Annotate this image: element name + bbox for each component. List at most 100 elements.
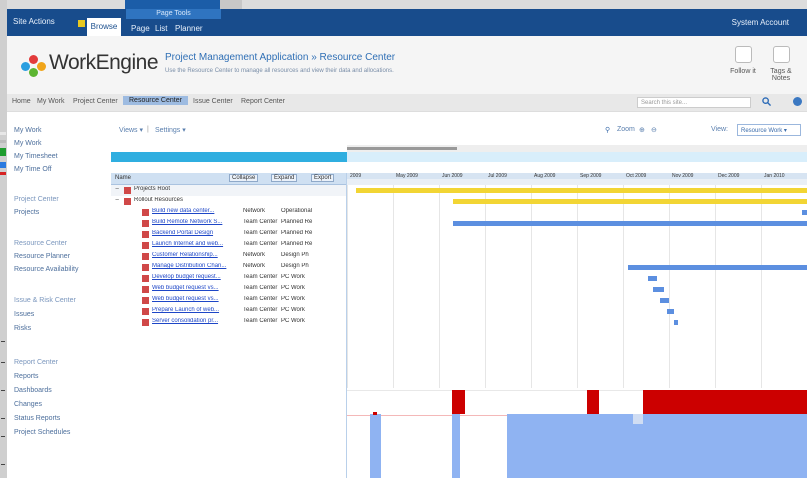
table-row[interactable]: Server consolidation pr... Team Center PC … bbox=[111, 317, 347, 328]
leftnav-status-reports[interactable]: Status Reports bbox=[14, 415, 60, 422]
gantt-bar[interactable] bbox=[802, 210, 807, 215]
tab-planner[interactable]: Planner bbox=[175, 24, 203, 33]
leftnav-risks[interactable]: Risks bbox=[14, 325, 31, 332]
row-name[interactable]: Build new data center... bbox=[152, 208, 240, 214]
gantt-bar[interactable] bbox=[627, 265, 807, 270]
table-row[interactable]: Web budget request vs... Team Center PC Wo… bbox=[111, 295, 347, 306]
navigate-up-icon[interactable] bbox=[78, 20, 85, 27]
row-name[interactable]: Web budget request vs... bbox=[152, 285, 240, 291]
gantt-bar[interactable] bbox=[648, 276, 658, 281]
row-name[interactable]: Manage Distribution Chan... bbox=[152, 263, 240, 269]
row-name[interactable]: Prepare Launch of web... bbox=[152, 307, 240, 313]
gantt-bar[interactable] bbox=[673, 320, 679, 325]
table-row[interactable]: Build new data center... Network Operation… bbox=[111, 207, 347, 218]
leftnav-heading-project-center[interactable]: Project Center bbox=[14, 196, 59, 203]
gantt-bar[interactable] bbox=[452, 199, 807, 204]
horizontal-scrollbar[interactable] bbox=[111, 152, 807, 162]
leftnav-reports[interactable]: Reports bbox=[14, 373, 39, 380]
expand-toggle-icon[interactable]: − bbox=[115, 197, 119, 204]
gantt-bar[interactable] bbox=[452, 221, 807, 226]
table-row[interactable]: Web budget request vs... Team Center PC Wo… bbox=[111, 284, 347, 295]
help-icon[interactable] bbox=[793, 97, 802, 106]
topnav-home[interactable]: Home bbox=[12, 98, 31, 105]
tab-page[interactable]: Page bbox=[131, 24, 150, 33]
scrollbar-thumb[interactable] bbox=[111, 152, 347, 162]
views-menu[interactable]: Views ▾ bbox=[119, 126, 143, 134]
table-row[interactable]: Develop budget request... Team Center PC W… bbox=[111, 273, 347, 284]
leftnav-my-timesheet[interactable]: My Timesheet bbox=[14, 153, 58, 160]
table-row[interactable]: Launch Internet and web... Team Center Pla… bbox=[111, 240, 347, 251]
expand-button[interactable]: Expand bbox=[271, 174, 298, 182]
row-name[interactable]: Backend Portal Design bbox=[152, 230, 240, 236]
leftnav-heading-report-center[interactable]: Report Center bbox=[14, 359, 58, 366]
expand-toggle-icon[interactable]: − bbox=[115, 186, 119, 193]
gantt-bar[interactable] bbox=[666, 309, 674, 314]
row-department: Team Center bbox=[243, 285, 278, 291]
export-button[interactable]: Export bbox=[311, 174, 335, 182]
column-header-name[interactable]: Name bbox=[115, 175, 131, 181]
timeline-scroller-thumb[interactable] bbox=[347, 147, 457, 150]
leftnav-heading-resource-center[interactable]: Resource Center bbox=[14, 240, 67, 247]
user-menu[interactable]: System Account bbox=[732, 18, 789, 27]
leftnav-projects[interactable]: Projects bbox=[14, 209, 39, 216]
row-name[interactable]: Server consolidation pr... bbox=[152, 318, 240, 324]
gantt-bar[interactable] bbox=[356, 188, 807, 193]
leftnav-my-work[interactable]: My Work bbox=[14, 140, 41, 147]
leftnav-heading-my-work[interactable]: My Work bbox=[14, 127, 41, 134]
follow-icon bbox=[734, 46, 752, 63]
table-row[interactable]: Customer Relationship... Network Design Ph bbox=[111, 251, 347, 262]
table-row[interactable]: − Projects Root bbox=[111, 185, 347, 196]
topnav-issue-center[interactable]: Issue Center bbox=[193, 98, 233, 105]
overallocation-tick bbox=[373, 412, 377, 415]
taskbar-fragment-gray bbox=[220, 0, 242, 9]
row-name[interactable]: Web budget request vs... bbox=[152, 296, 240, 302]
row-department: Team Center bbox=[243, 318, 278, 324]
row-name[interactable]: Customer Relationship... bbox=[152, 252, 240, 258]
table-row[interactable]: Manage Distribution Chan... Network Design… bbox=[111, 262, 347, 273]
leftnav-resource-availability[interactable]: Resource Availability bbox=[14, 266, 78, 273]
row-name[interactable]: Launch Internet and web... bbox=[152, 241, 240, 247]
leftnav-project-schedules[interactable]: Project Schedules bbox=[14, 429, 70, 436]
gantt-bar[interactable] bbox=[659, 298, 669, 303]
topnav-my-work[interactable]: My Work bbox=[37, 98, 64, 105]
row-stage: PC Work bbox=[281, 318, 305, 324]
zoom-in-icon[interactable]: ⊕ bbox=[639, 126, 645, 134]
row-name[interactable]: Build Remote Network S... bbox=[152, 219, 240, 225]
leftnav-my-time-off[interactable]: My Time Off bbox=[14, 166, 52, 173]
search-input[interactable]: Search this site... bbox=[637, 97, 751, 108]
toolbar-divider: | bbox=[147, 126, 149, 133]
leftnav-dashboards[interactable]: Dashboards bbox=[14, 387, 52, 394]
zoom-button[interactable]: Zoom bbox=[617, 126, 635, 133]
timeline-scroller[interactable] bbox=[347, 145, 807, 152]
table-row[interactable]: Backend Portal Design Team Center Planned … bbox=[111, 229, 347, 240]
collapse-button[interactable]: Collapse bbox=[229, 174, 259, 182]
leftnav-issues[interactable]: Issues bbox=[14, 311, 34, 318]
topnav-resource-center[interactable]: Resource Center bbox=[123, 96, 188, 105]
filter-icon[interactable]: ⚲ bbox=[605, 126, 610, 134]
leftnav-changes[interactable]: Changes bbox=[14, 401, 42, 408]
tab-browse[interactable]: Browse bbox=[87, 18, 121, 36]
leftnav-heading-issue-risk-center[interactable]: Issue & Risk Center bbox=[14, 297, 76, 304]
tab-list[interactable]: List bbox=[155, 24, 167, 33]
row-name: Rollout Resources bbox=[134, 197, 184, 203]
view-select[interactable]: Resource Work ▾ bbox=[737, 124, 801, 136]
table-row[interactable]: − Rollout Resources bbox=[111, 196, 347, 207]
row-department: Team Center bbox=[243, 274, 278, 280]
row-name[interactable]: Develop budget request... bbox=[152, 274, 240, 280]
gantt-chart: 2009 May 2009 Jun 2009 Jul 2009 Aug 2009 Sep … bbox=[347, 173, 807, 388]
tags-notes-button[interactable]: Tags & Notes bbox=[767, 46, 795, 86]
gantt-gridline bbox=[669, 185, 670, 388]
table-row[interactable]: Prepare Launch of web... Team Center PC Wo… bbox=[111, 306, 347, 317]
app-title-link[interactable]: Project Management Application bbox=[165, 52, 308, 63]
follow-button[interactable]: Follow it bbox=[729, 46, 757, 86]
settings-menu[interactable]: Settings ▾ bbox=[155, 126, 186, 134]
ribbon-bar: Site Actions Browse Page Tools Page List… bbox=[7, 9, 807, 36]
gantt-bar[interactable] bbox=[652, 287, 665, 292]
leftnav-resource-planner[interactable]: Resource Planner bbox=[14, 253, 70, 260]
site-actions-menu[interactable]: Site Actions bbox=[13, 17, 55, 26]
topnav-report-center[interactable]: Report Center bbox=[241, 98, 285, 105]
zoom-out-icon[interactable]: ⊖ bbox=[651, 126, 657, 134]
topnav-project-center[interactable]: Project Center bbox=[73, 98, 118, 105]
search-icon[interactable] bbox=[762, 97, 771, 106]
table-row[interactable]: Build Remote Network S... Team Center Plan… bbox=[111, 218, 347, 229]
